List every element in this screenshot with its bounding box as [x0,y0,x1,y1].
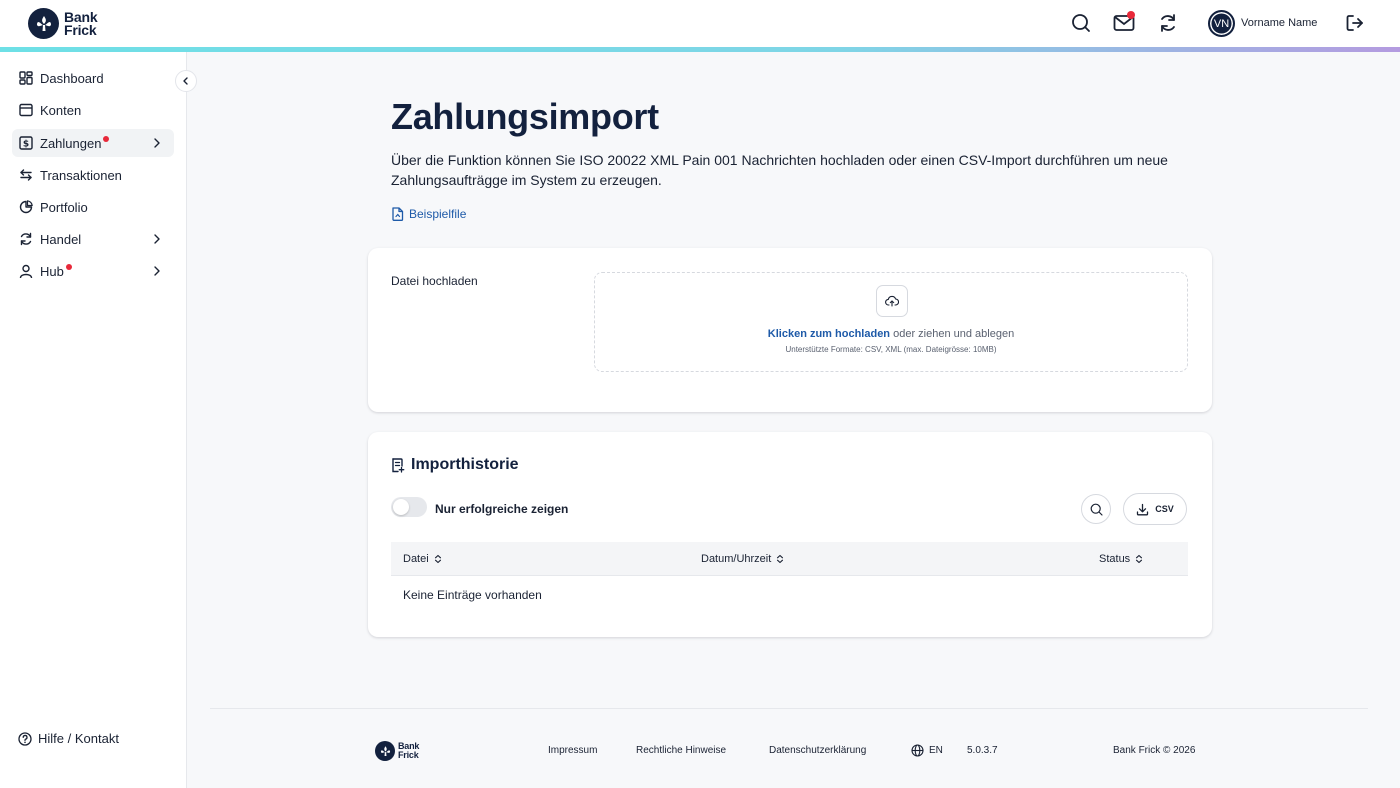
csv-label: CSV [1155,504,1174,514]
footer-link-legal[interactable]: Rechtliche Hinweise [636,745,726,756]
sidebar-collapse-button[interactable] [175,70,197,92]
footer-logo-line-2: Frick [398,750,419,760]
receipt-list-icon [392,457,405,473]
column-header-datei[interactable]: Datei [403,553,442,565]
transfer-arrows-icon [18,167,34,183]
header-gradient-bar [0,47,1400,52]
help-circle-icon [18,731,32,746]
file-icon [392,207,404,221]
mail-notification-dot [1127,11,1135,19]
language-label: EN [929,745,943,756]
dropzone-text: Klicken zum hochladen oder ziehen und ab… [595,328,1187,340]
sidebar-item-handel[interactable]: Handel [12,225,174,253]
chevron-right-icon [154,266,160,276]
chevron-left-icon [183,77,188,85]
app-version: 5.0.3.7 [967,745,998,756]
example-file-label: Beispielfile [409,207,467,221]
upload-click-link[interactable]: Klicken zum hochladen [768,328,890,340]
chevron-right-icon [154,234,160,244]
language-selector[interactable]: EN [911,744,943,757]
logout-icon[interactable] [1344,12,1366,34]
history-title-text: Importhistorie [411,456,519,473]
empty-table-message: Keine Einträge vorhanden [403,588,542,602]
bank-frick-logo[interactable]: Bank Frick [28,8,98,39]
footer-logo[interactable]: Bank Frick [375,741,419,761]
dashboard-grid-icon [18,70,34,86]
logo-line-2: Frick [64,21,97,38]
column-header-status[interactable]: Status [1099,553,1143,565]
pie-chart-icon [18,199,34,215]
sidebar-item-dashboard[interactable]: Dashboard [12,64,174,92]
upload-cloud-icon [876,285,908,317]
mail-icon[interactable] [1113,11,1135,34]
sort-icon [434,554,441,564]
fleur-de-lis-icon [375,741,395,761]
sidebar-item-konten[interactable]: Konten [12,96,174,124]
zahlungen-notification-dot [103,136,110,142]
chevron-right-icon [154,138,160,148]
sidebar-item-label: Zahlungen [40,135,102,151]
sidebar-item-hub[interactable]: Hub [12,257,174,285]
sidebar-item-label: Konten [40,102,82,118]
footer-link-impressum[interactable]: Impressum [548,745,597,756]
dropzone-hint: Unterstützte Formate: CSV, XML (max. Dat… [785,345,997,354]
search-icon[interactable] [1070,12,1092,34]
top-header: Bank Frick [0,0,1400,47]
globe-icon [911,744,924,757]
history-table-header: Datei Datum/Uhrzeit Status [391,542,1188,576]
upload-card: Datei hochladen Klicken zum hochladen od… [368,248,1212,412]
help-contact-label: Hilfe / Kontakt [38,731,119,746]
history-title: Importhistorie [391,456,519,474]
fleur-de-lis-icon [28,8,59,39]
sidebar-item-zahlungen[interactable]: $ Zahlungen [12,129,174,157]
toggle-knob [393,499,409,515]
refresh-icon[interactable] [1157,12,1179,34]
sidebar-item-label: Portfolio [40,199,88,215]
download-icon [1137,503,1149,515]
trade-cycle-icon [18,231,34,247]
column-header-datum[interactable]: Datum/Uhrzeit [701,553,784,565]
user-icon [18,263,34,279]
search-icon [1090,503,1103,516]
page-description: Über die Funktion können Sie ISO 20022 X… [391,152,1168,188]
sidebar-item-label: Handel [40,231,82,247]
file-dropzone[interactable]: Klicken zum hochladen oder ziehen und ab… [594,272,1188,372]
user-name[interactable]: Vorname Name [1241,17,1317,29]
sidebar: Dashboard Konten $ Zahlungen Transaktion… [0,52,187,788]
hub-notification-dot [65,264,72,270]
sidebar-item-label: Hub [40,263,64,279]
sort-icon [1136,554,1143,564]
sidebar-item-portfolio[interactable]: Portfolio [12,193,174,221]
sort-icon [777,554,784,564]
example-file-link[interactable]: Beispielfile [391,207,466,221]
footer-divider [210,708,1368,709]
payment-dollar-icon: $ [18,135,34,151]
svg-text:$: $ [23,140,29,150]
user-avatar[interactable]: VN [1208,10,1235,37]
history-search-button[interactable] [1081,494,1111,524]
sidebar-item-label: Transaktionen [40,167,122,183]
dropzone-rest-text: oder ziehen und ablegen [890,328,1015,340]
successful-only-toggle[interactable] [391,497,427,517]
page-title: Zahlungsimport [391,96,659,137]
help-contact-link[interactable]: Hilfe / Kontakt [18,731,119,746]
upload-label: Datei hochladen [391,274,478,288]
account-window-icon [18,102,34,118]
sidebar-item-label: Dashboard [40,70,104,86]
import-history-card: Importhistorie Nur erfolgreiche zeigen C… [368,432,1212,637]
footer-link-privacy[interactable]: Datenschutzerklärung [769,745,866,756]
successful-only-label: Nur erfolgreiche zeigen [435,502,569,516]
csv-export-button[interactable]: CSV [1123,493,1187,525]
sidebar-item-transaktionen[interactable]: Transaktionen [12,161,174,189]
copyright: Bank Frick © 2026 [1113,745,1196,756]
